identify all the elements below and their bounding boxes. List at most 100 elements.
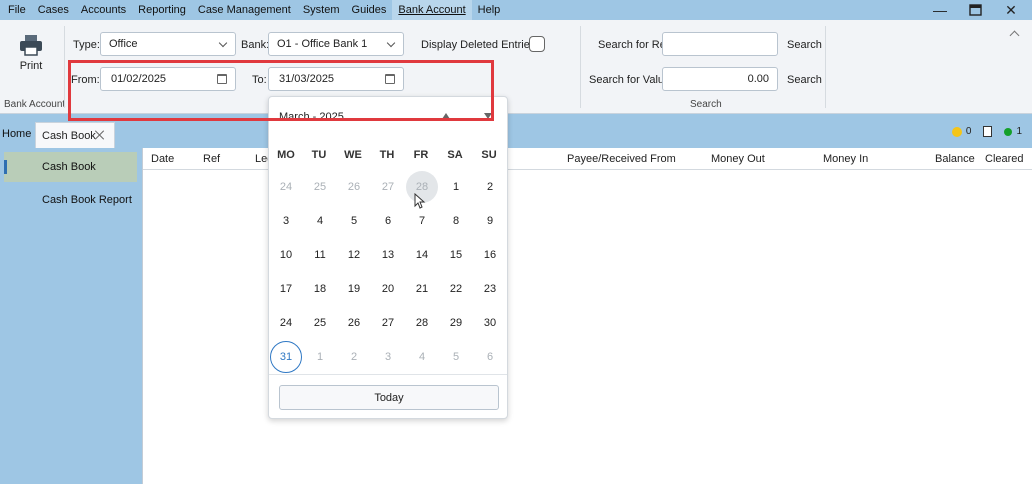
menu-case-management[interactable]: Case Management xyxy=(192,0,297,20)
calendar-icon[interactable] xyxy=(385,74,395,84)
calendar-day[interactable]: 9 xyxy=(474,205,506,237)
collapse-ribbon-icon[interactable] xyxy=(1009,30,1020,41)
display-deleted-checkbox[interactable] xyxy=(529,36,545,52)
calendar-day[interactable]: 28 xyxy=(406,307,438,339)
type-select[interactable]: Office xyxy=(100,32,236,56)
calendar-day[interactable]: 5 xyxy=(440,341,472,373)
column-balance[interactable]: Balance xyxy=(935,153,975,165)
maximize-icon[interactable] xyxy=(958,0,992,20)
calendar-day[interactable]: 2 xyxy=(338,341,370,373)
calendar-day[interactable]: 6 xyxy=(372,205,404,237)
menu-accounts[interactable]: Accounts xyxy=(75,0,132,20)
menu-help[interactable]: Help xyxy=(472,0,507,20)
today-button[interactable]: Today xyxy=(279,385,499,410)
menu-reporting[interactable]: Reporting xyxy=(132,0,192,20)
next-month-icon[interactable] xyxy=(484,113,492,119)
active-marker xyxy=(4,160,7,174)
online-status-icon[interactable] xyxy=(1004,127,1013,136)
group-separator xyxy=(825,26,826,108)
print-label: Print xyxy=(19,60,43,72)
sidebar-item-cash-book-report[interactable]: Cash Book Report xyxy=(4,185,137,215)
calendar-day[interactable]: 15 xyxy=(440,239,472,271)
date-picker-popup: March - 2025 MO TU WE TH FR SA SU 24 25 26… xyxy=(268,96,508,419)
close-tab-icon[interactable] xyxy=(94,129,106,141)
calendar-day[interactable]: 7 xyxy=(406,205,438,237)
bank-select[interactable]: O1 - Office Bank 1 xyxy=(268,32,404,56)
calendar-day[interactable]: 19 xyxy=(338,273,370,305)
menu-bar: File Cases Accounts Reporting Case Manag… xyxy=(0,0,1032,20)
bank-select-value: O1 - Office Bank 1 xyxy=(277,38,368,50)
calendar-day[interactable]: 23 xyxy=(474,273,506,305)
print-button[interactable]: Print xyxy=(12,34,50,76)
close-window-icon[interactable]: ✕ xyxy=(994,0,1028,20)
calendar-day[interactable]: 1 xyxy=(304,341,336,373)
calendar-day[interactable]: 18 xyxy=(304,273,336,305)
search-ref-button[interactable]: Search xyxy=(787,39,822,51)
search-value-button[interactable]: Search xyxy=(787,74,822,86)
from-date-value: 01/02/2025 xyxy=(111,73,167,85)
calendar-day[interactable]: 12 xyxy=(338,239,370,271)
minimize-icon[interactable]: — xyxy=(923,0,957,20)
tab-home[interactable]: Home xyxy=(2,128,31,140)
calendar-month-header[interactable]: March - 2025 xyxy=(279,111,344,123)
calendar-day[interactable]: 25 xyxy=(304,307,336,339)
menu-system[interactable]: System xyxy=(297,0,346,20)
tab-cash-book[interactable]: Cash Book xyxy=(35,122,115,148)
calendar-day[interactable]: 5 xyxy=(338,205,370,237)
weekday-header: SA xyxy=(447,149,463,161)
column-money-out[interactable]: Money Out xyxy=(711,153,765,165)
weekday-header: MO xyxy=(277,149,295,161)
calendar-divider xyxy=(269,374,507,375)
display-deleted-label: Display Deleted Entries : xyxy=(421,39,542,51)
menu-cases[interactable]: Cases xyxy=(32,0,75,20)
calendar-day[interactable]: 24 xyxy=(270,307,302,339)
calendar-day[interactable]: 3 xyxy=(372,341,404,373)
calendar-day[interactable]: 26 xyxy=(338,171,370,203)
calendar-day[interactable]: 22 xyxy=(440,273,472,305)
calendar-day[interactable]: 29 xyxy=(440,307,472,339)
calendar-day[interactable]: 25 xyxy=(304,171,336,203)
calendar-day[interactable]: 21 xyxy=(406,273,438,305)
calendar-day[interactable]: 3 xyxy=(270,205,302,237)
sidebar-item-cash-book[interactable]: Cash Book xyxy=(4,152,137,182)
calendar-day[interactable]: 2 xyxy=(474,171,506,203)
menu-bank-account[interactable]: Bank Account xyxy=(392,0,472,20)
chevron-down-icon xyxy=(218,38,228,48)
calendar-day[interactable]: 17 xyxy=(270,273,302,305)
search-value-input[interactable]: 0.00 xyxy=(662,67,778,91)
calendar-day[interactable]: 11 xyxy=(304,239,336,271)
calendar-icon[interactable] xyxy=(217,74,227,84)
notes-icon[interactable] xyxy=(983,126,993,137)
calendar-day[interactable]: 10 xyxy=(270,239,302,271)
calendar-day[interactable]: 6 xyxy=(474,341,506,373)
menu-file[interactable]: File xyxy=(0,0,32,20)
calendar-day[interactable]: 13 xyxy=(372,239,404,271)
from-date-field[interactable]: 01/02/2025 xyxy=(100,67,236,91)
menu-guides[interactable]: Guides xyxy=(346,0,393,20)
to-date-field[interactable]: 31/03/2025 xyxy=(268,67,404,91)
calendar-day[interactable]: 20 xyxy=(372,273,404,305)
calendar-day[interactable]: 24 xyxy=(270,171,302,203)
column-date[interactable]: Date xyxy=(151,153,174,165)
calendar-day[interactable]: 27 xyxy=(372,171,404,203)
calendar-day[interactable]: 4 xyxy=(406,341,438,373)
calendar-day[interactable]: 27 xyxy=(372,307,404,339)
column-money-in[interactable]: Money In xyxy=(823,153,868,165)
calendar-day[interactable]: 1 xyxy=(440,171,472,203)
column-cleared[interactable]: Cleared xyxy=(985,153,1024,165)
search-ref-input[interactable] xyxy=(662,32,778,56)
calendar-day[interactable]: 16 xyxy=(474,239,506,271)
calendar-day[interactable]: 4 xyxy=(304,205,336,237)
calendar-day[interactable]: 26 xyxy=(338,307,370,339)
calendar-day[interactable]: 8 xyxy=(440,205,472,237)
previous-month-icon[interactable] xyxy=(442,113,450,119)
weekday-header: TU xyxy=(311,149,327,161)
calendar-day[interactable]: 14 xyxy=(406,239,438,271)
lightbulb-icon[interactable] xyxy=(951,126,962,137)
status-area: 0 1 xyxy=(951,126,1022,137)
column-payee[interactable]: Payee/Received From xyxy=(567,153,676,165)
calendar-day[interactable]: 30 xyxy=(474,307,506,339)
column-ref[interactable]: Ref xyxy=(203,153,220,165)
calendar-day[interactable]: 31 xyxy=(270,341,302,373)
bank-label: Bank: xyxy=(241,39,270,51)
